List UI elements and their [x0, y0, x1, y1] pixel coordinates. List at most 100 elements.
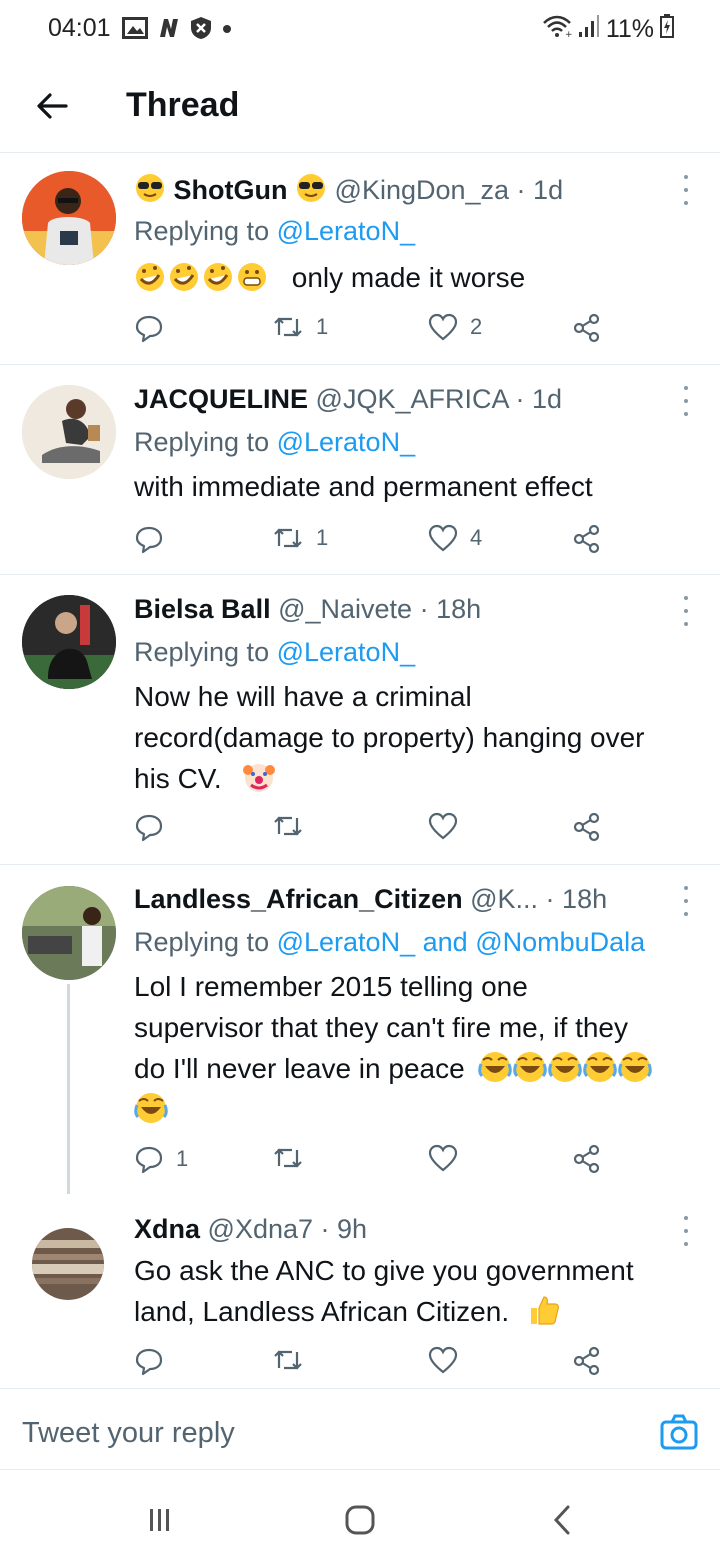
recent-apps-button[interactable] — [140, 1500, 180, 1540]
back-nav-button[interactable] — [542, 1500, 582, 1540]
battery-percent: 11% — [605, 15, 654, 43]
tweet-text: only made it worse — [134, 257, 700, 298]
like-button[interactable] — [428, 812, 470, 840]
like-button[interactable] — [428, 1144, 470, 1172]
author-name[interactable]: Xdna — [134, 1214, 200, 1244]
replying-to: Replying to @LeratoN_ — [134, 637, 415, 668]
tweet-body-line: Lol I remember 2015 telling one — [134, 971, 528, 1002]
tweet-time[interactable]: 9h — [337, 1214, 367, 1244]
back-button[interactable] — [30, 84, 74, 128]
chevron-left-icon — [553, 1505, 570, 1535]
author-name[interactable]: Bielsa Ball — [134, 594, 271, 624]
mention-link[interactable]: @LeratoN_ — [277, 927, 415, 957]
reply-button[interactable] — [134, 1346, 176, 1376]
avatar[interactable] — [22, 886, 116, 980]
tweet-text: with immediate and permanent effect — [134, 466, 700, 507]
reply-button[interactable]: 1 — [134, 1144, 188, 1174]
comment-icon — [135, 315, 163, 343]
author-handle[interactable]: @KingDon_za — [335, 175, 510, 205]
tweet[interactable]: Landless_African_Citizen @K... · 18h Rep… — [0, 864, 720, 1194]
more-vertical-icon[interactable] — [678, 386, 694, 416]
tweet[interactable]: Xdna @Xdna7 · 9h Go ask the ANC to give … — [0, 1194, 720, 1388]
like-button[interactable] — [428, 1346, 470, 1374]
separator-dot: · — [538, 884, 563, 914]
avatar[interactable] — [32, 1228, 104, 1300]
sunglasses-emoji-icon — [134, 174, 166, 205]
retweet-button[interactable] — [272, 1144, 316, 1172]
retweet-icon — [274, 528, 302, 548]
retweet-button[interactable] — [272, 812, 316, 840]
thread-connector — [67, 984, 70, 1194]
author-name[interactable]: ShotGun — [174, 175, 288, 205]
mention-link[interactable]: @LeratoN_ — [277, 216, 415, 246]
reply-composer[interactable]: Tweet your reply — [0, 1388, 720, 1470]
author-name[interactable]: JACQUELINE — [134, 384, 308, 414]
avatar[interactable] — [22, 171, 116, 265]
status-right: + 11% — [542, 14, 674, 45]
replying-prefix: Replying to — [134, 427, 270, 457]
share-icon — [573, 1144, 600, 1174]
author-handle[interactable]: @JQK_AFRICA — [316, 384, 508, 414]
share-button[interactable] — [572, 812, 602, 842]
like-button[interactable]: 2 — [428, 313, 482, 341]
reply-button[interactable] — [134, 812, 176, 842]
avatar[interactable] — [22, 595, 116, 689]
reply-input[interactable]: Tweet your reply — [22, 1417, 235, 1450]
more-vertical-icon[interactable] — [678, 596, 694, 626]
tweet-body-line: his CV. — [134, 763, 222, 794]
tweet-actions — [134, 812, 614, 846]
reply-button[interactable] — [134, 524, 176, 554]
author-handle[interactable]: @K... — [470, 884, 538, 914]
thumbs-up-emoji-icon — [517, 1296, 561, 1327]
share-icon — [573, 1346, 600, 1376]
home-button[interactable] — [340, 1500, 380, 1540]
share-icon — [573, 313, 600, 343]
mention-link[interactable]: @LeratoN_ — [277, 637, 415, 667]
tweet-time[interactable]: 18h — [436, 594, 481, 624]
share-button[interactable] — [572, 1346, 602, 1376]
wifi-icon: + — [542, 14, 572, 45]
replying-to: Replying to @LeratoN_ and @NombuDala — [134, 927, 645, 958]
tweet-time[interactable]: 1d — [532, 384, 562, 414]
author-handle[interactable]: @_Naivete — [278, 594, 412, 624]
more-vertical-icon[interactable] — [678, 886, 694, 916]
like-count: 4 — [470, 525, 483, 550]
camera-button[interactable] — [660, 1413, 698, 1451]
comment-icon — [135, 526, 163, 554]
tweet-time[interactable]: 18h — [562, 884, 607, 914]
heart-icon — [428, 313, 458, 341]
avatar[interactable] — [22, 385, 116, 479]
author-name[interactable]: Landless_African_Citizen — [134, 884, 463, 914]
tweet-body-line: Now he will have a criminal — [134, 681, 472, 712]
tweet-body-line: land, Landless African Citizen. — [134, 1296, 510, 1327]
tweet-body-line: record(damage to property) hanging over — [134, 722, 645, 753]
tweet-actions — [134, 1346, 614, 1380]
tweet[interactable]: ShotGun @KingDon_za · 1d Replying to @Le… — [0, 153, 720, 365]
tweet[interactable]: Bielsa Ball @_Naivete · 18h Replying to … — [0, 574, 720, 865]
tweet[interactable]: JACQUELINE @JQK_AFRICA · 1d Replying to … — [0, 364, 720, 575]
separator-dot: · — [412, 594, 437, 624]
more-vertical-icon[interactable] — [678, 1216, 694, 1246]
heart-icon — [428, 1346, 458, 1374]
more-vertical-icon[interactable] — [678, 175, 694, 205]
author-handle[interactable]: @Xdna7 — [208, 1214, 313, 1244]
tweet-time[interactable]: 1d — [533, 175, 563, 205]
separator-dot: · — [509, 175, 534, 205]
share-icon — [573, 524, 600, 554]
mention-link[interactable]: @LeratoN_ — [277, 427, 415, 457]
retweet-button[interactable]: 1 — [272, 313, 328, 341]
app-header: Thread — [0, 60, 720, 153]
signal-icon — [578, 14, 600, 45]
share-button[interactable] — [572, 524, 602, 554]
comment-icon — [135, 1348, 163, 1376]
share-button[interactable] — [572, 313, 602, 343]
retweet-button[interactable]: 1 — [272, 524, 328, 552]
retweet-button[interactable] — [272, 1346, 316, 1374]
replying-prefix: Replying to — [134, 637, 270, 667]
tweet-text: Go ask the ANC to give you government la… — [134, 1250, 700, 1332]
share-button[interactable] — [572, 1144, 602, 1174]
mention-link[interactable]: @NombuDala — [475, 927, 645, 957]
reply-button[interactable] — [134, 313, 176, 343]
like-button[interactable]: 4 — [428, 524, 482, 552]
separator-dot: · — [313, 1214, 338, 1244]
